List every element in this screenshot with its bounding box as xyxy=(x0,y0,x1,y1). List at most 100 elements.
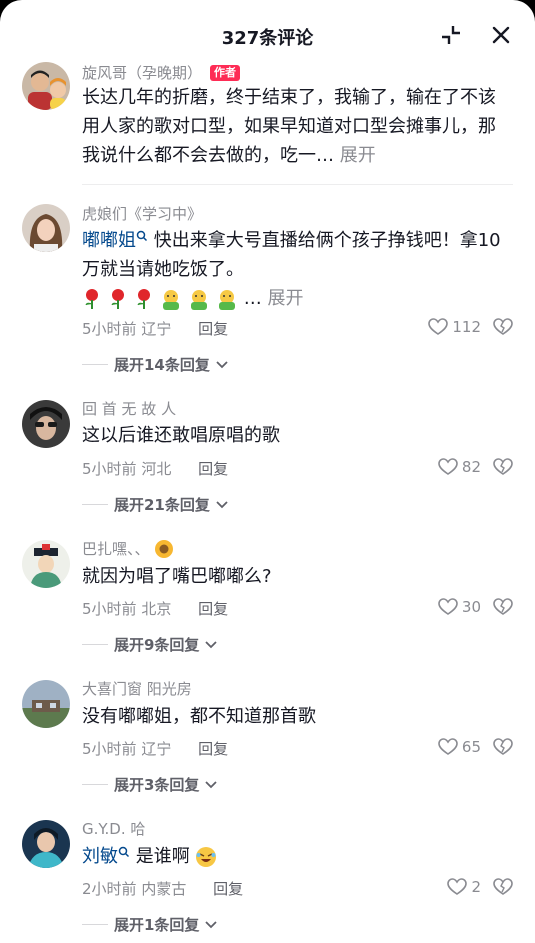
divider xyxy=(82,184,513,185)
avatar[interactable] xyxy=(22,820,70,868)
like-button[interactable]: 82 xyxy=(438,458,481,476)
comment-meta: 5小时前 辽宁 回复 xyxy=(82,318,228,339)
expand-replies-label: 展开1条回复 xyxy=(114,916,200,934)
like-button[interactable]: 30 xyxy=(438,598,481,616)
expand-replies-button[interactable]: 展开14条回复 xyxy=(82,354,230,375)
author-badge: 作者 xyxy=(210,64,241,81)
like-button[interactable]: 65 xyxy=(438,738,481,756)
avatar[interactable] xyxy=(22,204,70,252)
chevron-down-icon xyxy=(216,500,228,508)
heart-outline-icon xyxy=(438,458,458,475)
heart-outline-icon xyxy=(428,318,449,335)
username[interactable]: G.Y.D. 哈 xyxy=(82,818,145,839)
broken-heart-icon xyxy=(493,598,513,615)
comment-text-block[interactable]: 刘敏 是谁啊 xyxy=(82,842,502,871)
comments-header: 327条评论 xyxy=(0,0,535,70)
dislike-button[interactable] xyxy=(493,598,513,620)
like-count: 30 xyxy=(461,598,481,616)
dislike-button[interactable] xyxy=(493,738,513,760)
reply-button[interactable]: 回复 xyxy=(198,740,228,758)
username[interactable]: 虎娘们《学习中》 xyxy=(82,203,202,224)
like-count: 82 xyxy=(461,458,481,476)
expand-text-button[interactable]: 展开 xyxy=(340,145,376,166)
username[interactable]: 回 首 无 故 人 xyxy=(82,398,176,419)
location: 辽宁 xyxy=(141,740,172,758)
dislike-button[interactable] xyxy=(493,318,513,340)
comment-meta: 5小时前 河北 回复 xyxy=(82,458,228,479)
broken-heart-icon xyxy=(493,458,513,475)
collapse-arrows-icon xyxy=(442,26,460,44)
comment-sheet: 327条评论 旋风哥（孕晚期） 作者 长达几年的折磨，终于结束了，我输了，输在了… xyxy=(0,0,535,943)
avatar[interactable] xyxy=(22,62,70,110)
username-row: 巴扎嘿、、 xyxy=(82,538,174,559)
expand-replies-button[interactable]: 展开21条回复 xyxy=(82,494,230,515)
expand-replies-button[interactable]: 展开1条回复 xyxy=(82,914,219,935)
like-button[interactable]: 112 xyxy=(428,318,481,336)
comment-meta: 5小时前 辽宁 回复 xyxy=(82,738,228,759)
avatar[interactable] xyxy=(22,400,70,448)
broken-heart-icon xyxy=(493,738,513,755)
timestamp: 2小时前 xyxy=(82,880,137,898)
username[interactable]: 大喜门窗 阳光房 xyxy=(82,678,192,699)
broken-heart-icon xyxy=(493,878,513,895)
replies-line xyxy=(82,504,108,505)
comment-username-row: 旋风哥（孕晚期） 作者 xyxy=(82,62,241,83)
comment-text-block[interactable]: 长达几年的折磨，终于结束了，我输了，输在了不该用人家的歌对口型，如果早知道对口型… xyxy=(82,83,510,170)
reply-button[interactable]: 回复 xyxy=(198,320,228,338)
like-button[interactable]: 2 xyxy=(447,878,481,896)
timestamp: 5小时前 xyxy=(82,320,137,338)
replies-line xyxy=(82,364,108,365)
reply-button[interactable]: 回复 xyxy=(198,600,228,618)
comment-text[interactable]: 这以后谁还敢唱原唱的歌 xyxy=(82,421,502,450)
heart-outline-icon xyxy=(438,598,458,615)
dislike-button[interactable] xyxy=(493,458,513,480)
username[interactable]: 旋风哥（孕晚期） xyxy=(82,62,202,83)
expand-text-button[interactable]: 展开 xyxy=(267,288,303,309)
replies-line xyxy=(82,644,108,645)
location: 内蒙古 xyxy=(141,880,187,898)
like-count: 112 xyxy=(452,318,481,336)
comment-text-block[interactable]: 嘟嘟姐 快出来拿大号直播给俩个孩子挣钱吧！拿10万就当请她吃饭了。 … 展开 xyxy=(82,226,502,313)
ellipsis: … xyxy=(243,288,262,309)
avatar[interactable] xyxy=(22,540,70,588)
comment-meta: 5小时前 北京 回复 xyxy=(82,598,228,619)
timestamp: 5小时前 xyxy=(82,600,137,618)
chevron-down-icon xyxy=(205,920,218,928)
comment-meta: 2小时前 内蒙古 回复 xyxy=(82,878,243,899)
user-mention[interactable]: 嘟嘟姐 xyxy=(82,230,148,251)
heart-outline-icon xyxy=(447,878,468,895)
search-mention-icon xyxy=(136,230,148,242)
comment-text: 是谁啊 xyxy=(135,846,190,867)
location: 河北 xyxy=(141,460,172,478)
reply-button[interactable]: 回复 xyxy=(198,460,228,478)
laughing-emoji-icon xyxy=(196,847,217,867)
comment-text[interactable]: 就因为唱了嘴巴嘟嘟么? xyxy=(82,562,502,591)
sunflower-emoji-icon xyxy=(154,539,173,558)
broken-heart-icon xyxy=(493,318,513,335)
chevron-down-icon xyxy=(205,640,218,648)
green-face-emoji-icon xyxy=(219,290,235,310)
expand-replies-button[interactable]: 展开3条回复 xyxy=(82,774,219,795)
close-button[interactable] xyxy=(488,22,514,48)
replies-line xyxy=(82,924,108,925)
heart-outline-icon xyxy=(438,738,458,755)
collapse-button[interactable] xyxy=(438,22,464,48)
chevron-down-icon xyxy=(216,360,228,368)
dislike-button[interactable] xyxy=(493,878,513,900)
timestamp: 5小时前 xyxy=(82,460,137,478)
timestamp: 5小时前 xyxy=(82,740,137,758)
user-mention[interactable]: 刘敏 xyxy=(82,846,130,867)
comment-text: 长达几年的折磨，终于结束了，我输了，输在了不该用人家的歌对口型，如果早知道对口型… xyxy=(82,87,496,166)
green-face-emoji-icon xyxy=(191,290,207,310)
avatar[interactable] xyxy=(22,680,70,728)
search-mention-icon xyxy=(118,846,130,858)
expand-replies-label: 展开21条回复 xyxy=(114,496,210,514)
rose-emoji-icon xyxy=(85,289,98,309)
green-face-emoji-icon xyxy=(163,290,179,310)
expand-replies-label: 展开9条回复 xyxy=(114,636,200,654)
chevron-down-icon xyxy=(205,780,218,788)
reply-button[interactable]: 回复 xyxy=(213,880,243,898)
expand-replies-button[interactable]: 展开9条回复 xyxy=(82,634,219,655)
comment-text[interactable]: 没有嘟嘟姐，都不知道那首歌 xyxy=(82,702,502,731)
username[interactable]: 巴扎嘿、、 xyxy=(82,538,150,559)
